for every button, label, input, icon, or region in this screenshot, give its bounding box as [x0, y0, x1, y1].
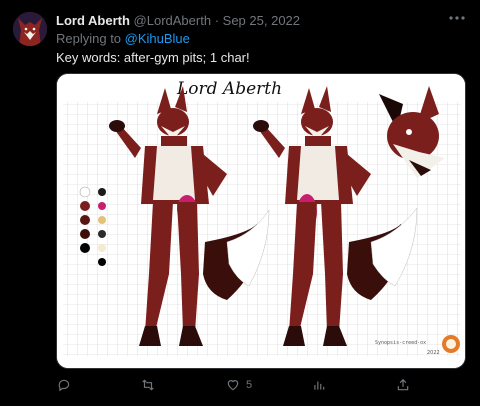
tweet[interactable]: Lord Aberth @LordAberth · Sep 25, 2022 R… [0, 0, 480, 406]
reply-button[interactable] [57, 378, 77, 392]
avatar-image [13, 12, 47, 46]
replying-handle-link[interactable]: @KihuBlue [125, 31, 190, 46]
like-button[interactable]: 5 [226, 378, 252, 392]
artist-credit: Synopsis-creed-ox [375, 340, 426, 346]
like-count: 5 [246, 379, 253, 391]
media-image[interactable]: Lord Aberth Synopsis-creed-ox 2022 [56, 73, 466, 369]
handle[interactable]: @LordAberth [134, 13, 212, 28]
share-button[interactable] [396, 378, 410, 392]
views-button[interactable] [312, 378, 332, 392]
replying-to: Replying to @KihuBlue [56, 31, 190, 46]
avatar[interactable] [13, 12, 47, 46]
display-name[interactable]: Lord Aberth [56, 13, 130, 28]
artist-year: 2022 [427, 350, 440, 356]
share-icon [397, 378, 409, 391]
tweet-text: Key words: after-gym pits; 1 char! [56, 50, 250, 65]
retweet-button[interactable] [140, 378, 162, 392]
retweet-icon [142, 379, 154, 391]
reply-icon [58, 379, 70, 392]
action-bar: 5 [0, 376, 480, 400]
more-icon[interactable] [448, 10, 466, 29]
tweet-header: Lord Aberth @LordAberth · Sep 25, 2022 [56, 13, 300, 28]
separator: · [214, 13, 220, 28]
reference-sheet-art: Lord Aberth Synopsis-creed-ox 2022 [57, 74, 465, 368]
replying-prefix: Replying to [56, 31, 125, 46]
sheet-title: Lord Aberth [176, 79, 282, 99]
like-icon [227, 380, 239, 391]
tweet-date[interactable]: Sep 25, 2022 [223, 13, 300, 28]
views-icon [314, 381, 325, 390]
